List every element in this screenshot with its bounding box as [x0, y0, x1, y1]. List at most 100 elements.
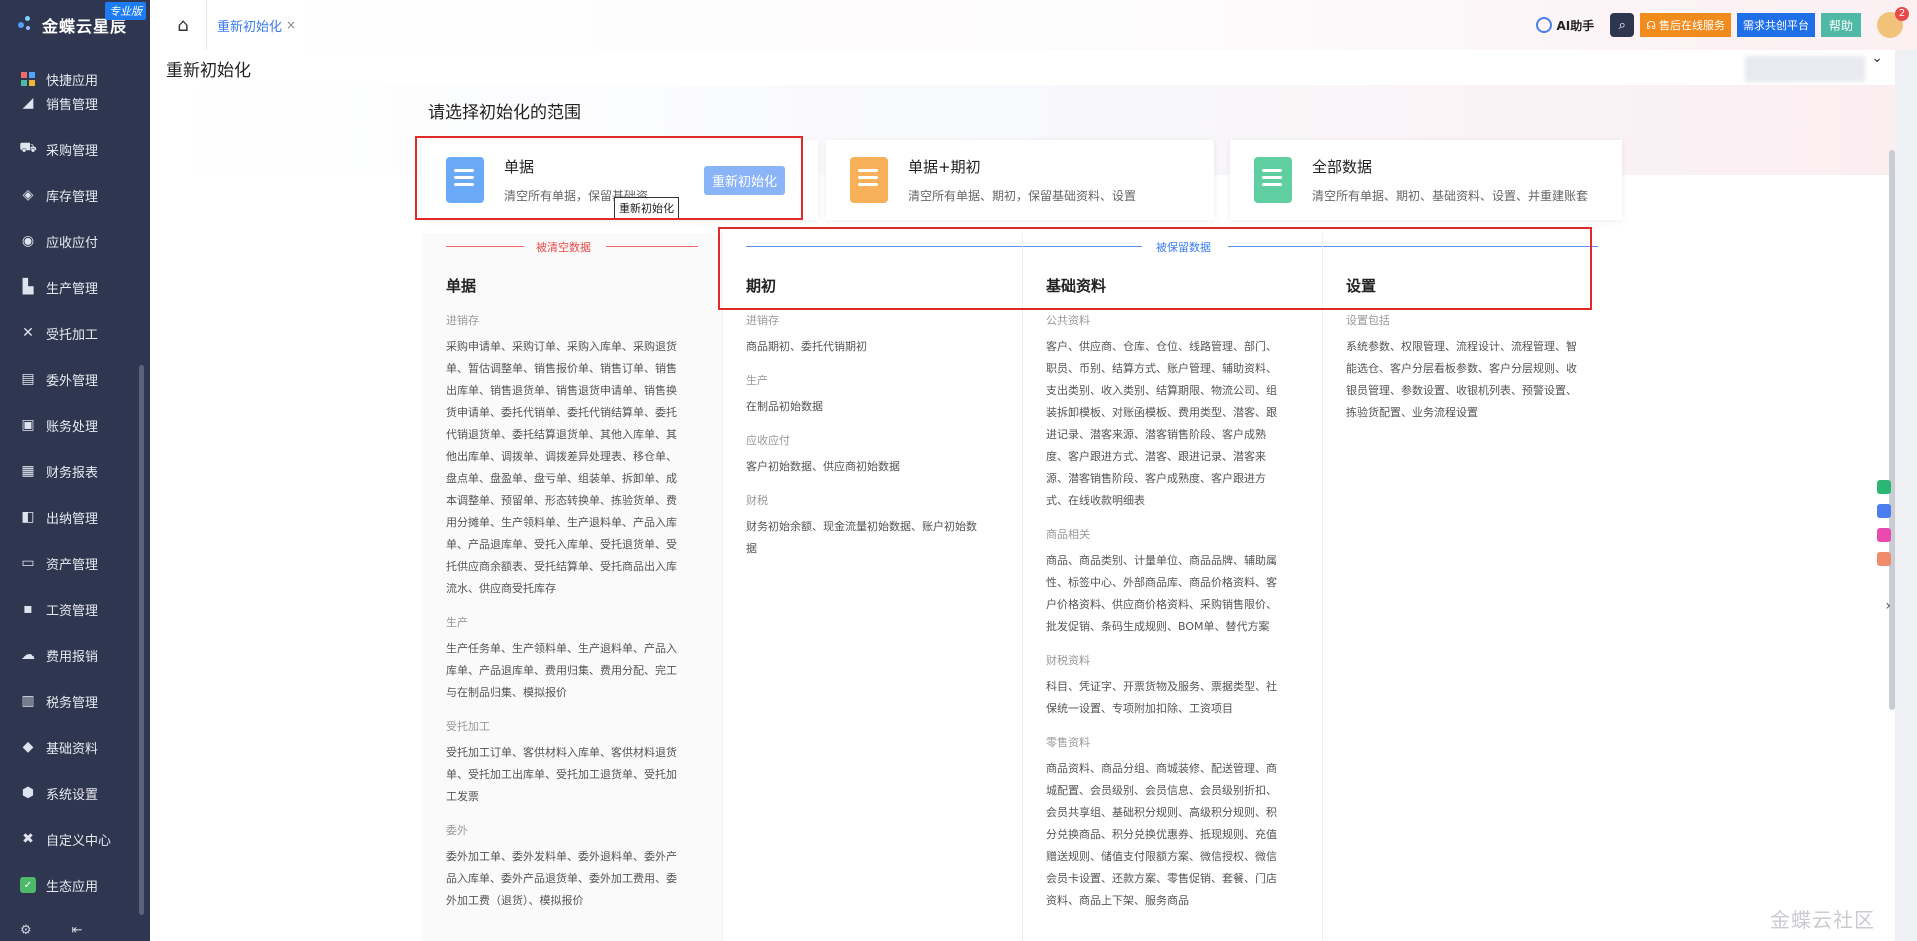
column-bills: 单据 进销存 采购申请单、采购订单、采购入库单、采购退货单、暂估调整单、销售报价… — [446, 275, 682, 926]
sidebar-footer: ⚙ ⇤ — [0, 919, 150, 941]
sidebar-scrollbar[interactable] — [139, 365, 144, 915]
group: 财税 财务初始余额、现金流量初始数据、账户初始数据 — [746, 492, 982, 560]
help-button[interactable]: 帮助 — [1820, 13, 1861, 37]
sidebar-item-purchase[interactable]: ⛟ 采购管理 — [0, 126, 150, 172]
sidebar-item-outsourcing[interactable]: ▤ 委外管理 — [0, 356, 150, 402]
group-text: 系统参数、权限管理、流程设计、流程管理、智能选仓、客户分层看板参数、客户分层规则… — [1346, 340, 1577, 419]
sidebar-item-system-settings[interactable]: ⬢ 系统设置 — [0, 770, 150, 816]
report-icon: ▦ — [21, 463, 35, 479]
sidebar-item-assets[interactable]: ▭ 资产管理 — [0, 540, 150, 586]
scope-card-all-data[interactable]: 全部数据 清空所有单据、期初、基础资料、设置、并重建账套 — [1230, 140, 1622, 220]
feedback-float-icon[interactable] — [1877, 528, 1891, 542]
page-scrollbar[interactable] — [1889, 150, 1895, 710]
sidebar-item-cashier[interactable]: ◧ 出纳管理 — [0, 494, 150, 540]
settings-small-icon[interactable]: ⚙ — [20, 923, 32, 938]
sidebar-item-label: 基础资料 — [46, 741, 99, 757]
group-text: 客户初始数据、供应商初始数据 — [746, 460, 900, 473]
sidebar-menu: 快捷应用 ◢ 销售管理 ⛟ 采购管理 ◈ 库存管理 ◉ 应收应付 ▙ 生产管理 … — [0, 68, 150, 908]
group: 委外 委外加工单、委外发料单、委外退料单、委外产品入库单、委外产品退货单、委外加… — [446, 822, 682, 912]
gift-float-icon[interactable] — [1877, 552, 1891, 566]
sidebar-item-financial-reports[interactable]: ▦ 财务报表 — [0, 448, 150, 494]
group-name: 受托加工 — [446, 720, 490, 733]
outsource-icon: ▤ — [21, 371, 35, 387]
sidebar-item-eco-apps[interactable]: ✓ 生态应用 — [0, 862, 150, 908]
close-icon[interactable]: × — [286, 18, 296, 32]
group: 财税资料 科目、凭证字、开票货物及服务、票据类型、社保统一设置、专项附加扣除、工… — [1046, 652, 1282, 720]
group-text: 在制品初始数据 — [746, 400, 823, 413]
factory-icon: ▙ — [22, 279, 34, 295]
sidebar-item-label: 费用报销 — [46, 649, 99, 665]
highlight-box — [718, 227, 1592, 310]
chevron-right-icon[interactable]: › — [1885, 598, 1891, 614]
search-icon[interactable]: ⌕ — [1610, 13, 1635, 37]
eco-icon: ✓ — [20, 877, 36, 893]
chat-float-icon[interactable] — [1877, 504, 1891, 518]
group-name: 委外 — [446, 824, 468, 837]
column-divider — [722, 233, 723, 941]
avatar[interactable]: 2 — [1877, 7, 1909, 38]
cleared-data-label: 被清空数据 — [536, 241, 591, 254]
column-basic-data: 基础资料 公共资料 客户、供应商、仓库、仓位、线路管理、部门、职员、币别、结算方… — [1046, 275, 1282, 926]
group-name: 生产 — [446, 616, 468, 629]
group: 应收应付 客户初始数据、供应商初始数据 — [746, 432, 982, 478]
box-icon: ◈ — [22, 187, 34, 203]
group: 零售资料 商品资料、商品分组、商城装修、配送管理、商城配置、会员级别、会员信息、… — [1046, 734, 1282, 912]
sidebar-item-label: 工资管理 — [46, 603, 99, 619]
sidebar-item-entrusted-processing[interactable]: ✕ 受托加工 — [0, 310, 150, 356]
sidebar-item-sales[interactable]: ◢ 销售管理 — [0, 90, 150, 116]
sidebar-item-label: 出纳管理 — [46, 511, 99, 527]
tab-reinitialize[interactable]: 重新初始化 × — [206, 0, 307, 50]
ai-icon — [1536, 17, 1553, 33]
column-title: 单据 — [446, 277, 477, 295]
data-scope-panel: 被清空数据 被保留数据 单据 进销存 采购申请单、采购订单、采购入库单、采购退货… — [422, 233, 1617, 941]
edition-badge: 专业版 — [105, 2, 146, 20]
group: 商品相关 商品、商品类别、计量单位、商品品牌、辅助属性、标签中心、外部商品库、商… — [1046, 526, 1282, 638]
ai-assistant-label: AI助手 — [1556, 18, 1595, 33]
scope-card-bills-opening[interactable]: 单据+期初 清空所有单据、期初，保留基础资料、设置 — [826, 140, 1214, 220]
help-label: 帮助 — [1828, 18, 1853, 33]
notification-badge: 2 — [1895, 7, 1909, 21]
document-stack-icon — [1254, 157, 1292, 203]
chevron-down-icon[interactable]: ⌄ — [1871, 50, 1883, 66]
sidebar-item-basic-data[interactable]: ◆ 基础资料 — [0, 724, 150, 770]
group: 设置包括 系统参数、权限管理、流程设计、流程管理、智能选仓、客户分层看板参数、客… — [1346, 312, 1582, 424]
group-name: 商品相关 — [1046, 528, 1090, 541]
logo-icon — [18, 16, 36, 34]
group-text: 生产任务单、生产领料单、生产退料单、产品入库单、产品退库单、费用归集、费用分配、… — [446, 642, 677, 699]
sidebar-item-label: 税务管理 — [46, 695, 99, 711]
sidebar-item-label: 资产管理 — [46, 557, 99, 573]
sidebar: 金蝶云星辰 专业版 快捷应用 ◢ 销售管理 ⛟ 采购管理 ◈ 库存管理 ◉ 应收… — [0, 0, 150, 941]
sidebar-item-custom-center[interactable]: ✖ 自定义中心 — [0, 816, 150, 862]
sidebar-item-receivable-payable[interactable]: ◉ 应收应付 — [0, 218, 150, 264]
sidebar-item-quick-apps[interactable]: 快捷应用 — [0, 68, 150, 90]
sidebar-item-label: 应收应付 — [46, 235, 99, 251]
settings-icon: ⬢ — [21, 785, 35, 801]
after-sales-service-button[interactable]: ☊ 售后在线服务 — [1640, 13, 1731, 37]
chart-icon: ◢ — [22, 95, 34, 111]
divider — [446, 246, 524, 247]
home-icon[interactable]: ⌂ — [164, 0, 202, 50]
sidebar-item-inventory[interactable]: ◈ 库存管理 — [0, 172, 150, 218]
sidebar-item-salary[interactable]: ▪ 工资管理 — [0, 586, 150, 632]
logo[interactable]: 金蝶云星辰 专业版 — [0, 0, 150, 50]
sidebar-item-tax[interactable]: ▥ 税务管理 — [0, 678, 150, 724]
group: 进销存 采购申请单、采购订单、采购入库单、采购退货单、暂估调整单、销售报价单、销… — [446, 312, 682, 600]
sidebar-item-label: 生态应用 — [46, 879, 99, 895]
ai-assistant-button[interactable]: AI助手 — [1536, 17, 1594, 34]
collapse-sidebar-icon[interactable]: ⇤ — [72, 923, 83, 938]
sidebar-item-accounting[interactable]: ▣ 账务处理 — [0, 402, 150, 448]
help-float-icon[interactable] — [1877, 480, 1891, 494]
cashier-icon: ◧ — [21, 509, 35, 525]
group-text: 委外加工单、委外发料单、委外退料单、委外产品入库单、委外产品退货单、委外加工费用… — [446, 850, 677, 907]
column-opening: 期初 进销存 商品期初、委托代销期初 生产 在制品初始数据 应收应付 客户初始数… — [746, 275, 982, 574]
sidebar-item-expense[interactable]: ☁ 费用报销 — [0, 632, 150, 678]
topbar: ⌂ 重新初始化 × AI助手 ⌕ ☊ 售后在线服务 需求共创平台 帮助 2 — [150, 0, 1917, 50]
tools-icon: ✕ — [22, 325, 34, 341]
group-text: 受托加工订单、客供材料入库单、客供材料退货单、受托加工出库单、受托加工退货单、受… — [446, 746, 677, 803]
group-text: 商品资料、商品分组、商城装修、配送管理、商城配置、会员级别、会员信息、会员级别折… — [1046, 762, 1277, 907]
demand-cocreation-button[interactable]: 需求共创平台 — [1736, 13, 1815, 37]
watermark: 金蝶云社区 — [1770, 908, 1875, 932]
group-name: 公共资料 — [1046, 314, 1090, 327]
topbar-actions: AI助手 ⌕ ☊ 售后在线服务 需求共创平台 帮助 2 — [1536, 0, 1917, 50]
sidebar-item-production[interactable]: ▙ 生产管理 — [0, 264, 150, 310]
